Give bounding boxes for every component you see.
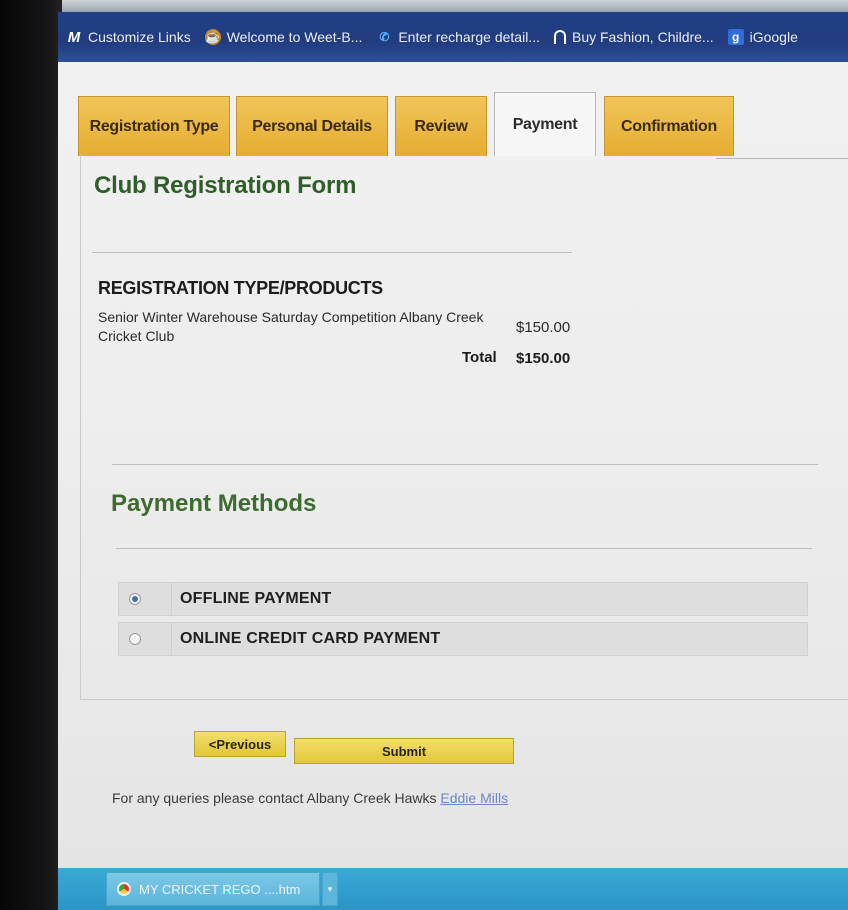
- tab-personal-details[interactable]: Personal Details: [236, 96, 388, 156]
- product-name: Senior Winter Warehouse Saturday Competi…: [98, 309, 484, 344]
- tab-payment[interactable]: Payment: [494, 92, 596, 156]
- shopping-bag-icon: [553, 30, 566, 44]
- submit-button[interactable]: Submit: [294, 738, 514, 764]
- step-tabs: Registration Type Personal Details Revie…: [78, 92, 848, 156]
- form-panel: [80, 155, 848, 700]
- payment-option-offline[interactable]: OFFLINE PAYMENT: [118, 582, 808, 616]
- taskbar-item-chrome[interactable]: MY CRICKET REGO ....htm: [106, 872, 320, 906]
- product-price: $150.00: [516, 319, 571, 336]
- bookmark-customize-links[interactable]: M Customize Links: [66, 28, 191, 46]
- option-separator: [171, 622, 172, 656]
- tab-review[interactable]: Review: [395, 96, 487, 156]
- query-text: For any queries please contact Albany Cr…: [112, 790, 437, 806]
- payment-methods-title: Payment Methods: [111, 490, 317, 517]
- page-title: Club Registration Form: [94, 172, 357, 199]
- online-payment-radio[interactable]: [129, 633, 141, 645]
- windows-taskbar: MY CRICKET REGO ....htm ▾: [58, 868, 848, 910]
- browser-top-edge: [62, 0, 848, 12]
- contact-footer: For any queries please contact Albany Cr…: [112, 790, 508, 806]
- monitor-bezel: [0, 0, 62, 910]
- chevron-down-icon[interactable]: ▾: [322, 872, 338, 906]
- divider: [116, 548, 812, 549]
- divider: [92, 252, 572, 253]
- bookmark-fashion[interactable]: Buy Fashion, Childre...: [553, 29, 714, 45]
- tab-registration-type[interactable]: Registration Type: [78, 96, 230, 156]
- products-heading: REGISTRATION TYPE/PRODUCTS: [98, 278, 383, 298]
- total-label: Total: [462, 349, 497, 366]
- browser-viewport: M Customize Links ☕ Welcome to Weet-B...…: [58, 12, 848, 910]
- offline-payment-radio[interactable]: [129, 593, 141, 605]
- taskbar-item-label: MY CRICKET REGO ....htm: [139, 881, 301, 897]
- bookmark-weet-bix[interactable]: ☕ Welcome to Weet-B...: [204, 29, 363, 45]
- phone-icon: ✆: [379, 30, 390, 44]
- chrome-icon: [117, 882, 131, 896]
- bookmark-label: iGoogle: [749, 29, 798, 45]
- bookmark-label: Buy Fashion, Childre...: [571, 29, 714, 45]
- igoogle-icon: g: [727, 29, 744, 45]
- option-label: OFFLINE PAYMENT: [180, 590, 332, 607]
- gmail-m-icon: M: [67, 28, 81, 46]
- bookmark-recharge[interactable]: ✆ Enter recharge detail...: [376, 29, 540, 45]
- previous-button[interactable]: <Previous: [194, 731, 286, 757]
- bookmark-label: Welcome to Weet-B...: [226, 29, 363, 45]
- option-separator: [171, 582, 172, 616]
- contact-link[interactable]: Eddie Mills: [440, 790, 508, 806]
- bookmarks-bar: M Customize Links ☕ Welcome to Weet-B...…: [58, 12, 848, 62]
- bookmark-label: Enter recharge detail...: [398, 29, 540, 45]
- bookmark-igoogle[interactable]: g iGoogle: [727, 29, 798, 45]
- option-label: ONLINE CREDIT CARD PAYMENT: [180, 630, 441, 647]
- total-value: $150.00: [516, 350, 571, 367]
- cup-icon: ☕: [204, 29, 221, 45]
- tab-confirmation[interactable]: Confirmation: [604, 96, 734, 156]
- bookmark-label: Customize Links: [88, 29, 191, 45]
- divider: [112, 464, 818, 465]
- payment-option-online[interactable]: ONLINE CREDIT CARD PAYMENT: [118, 622, 808, 656]
